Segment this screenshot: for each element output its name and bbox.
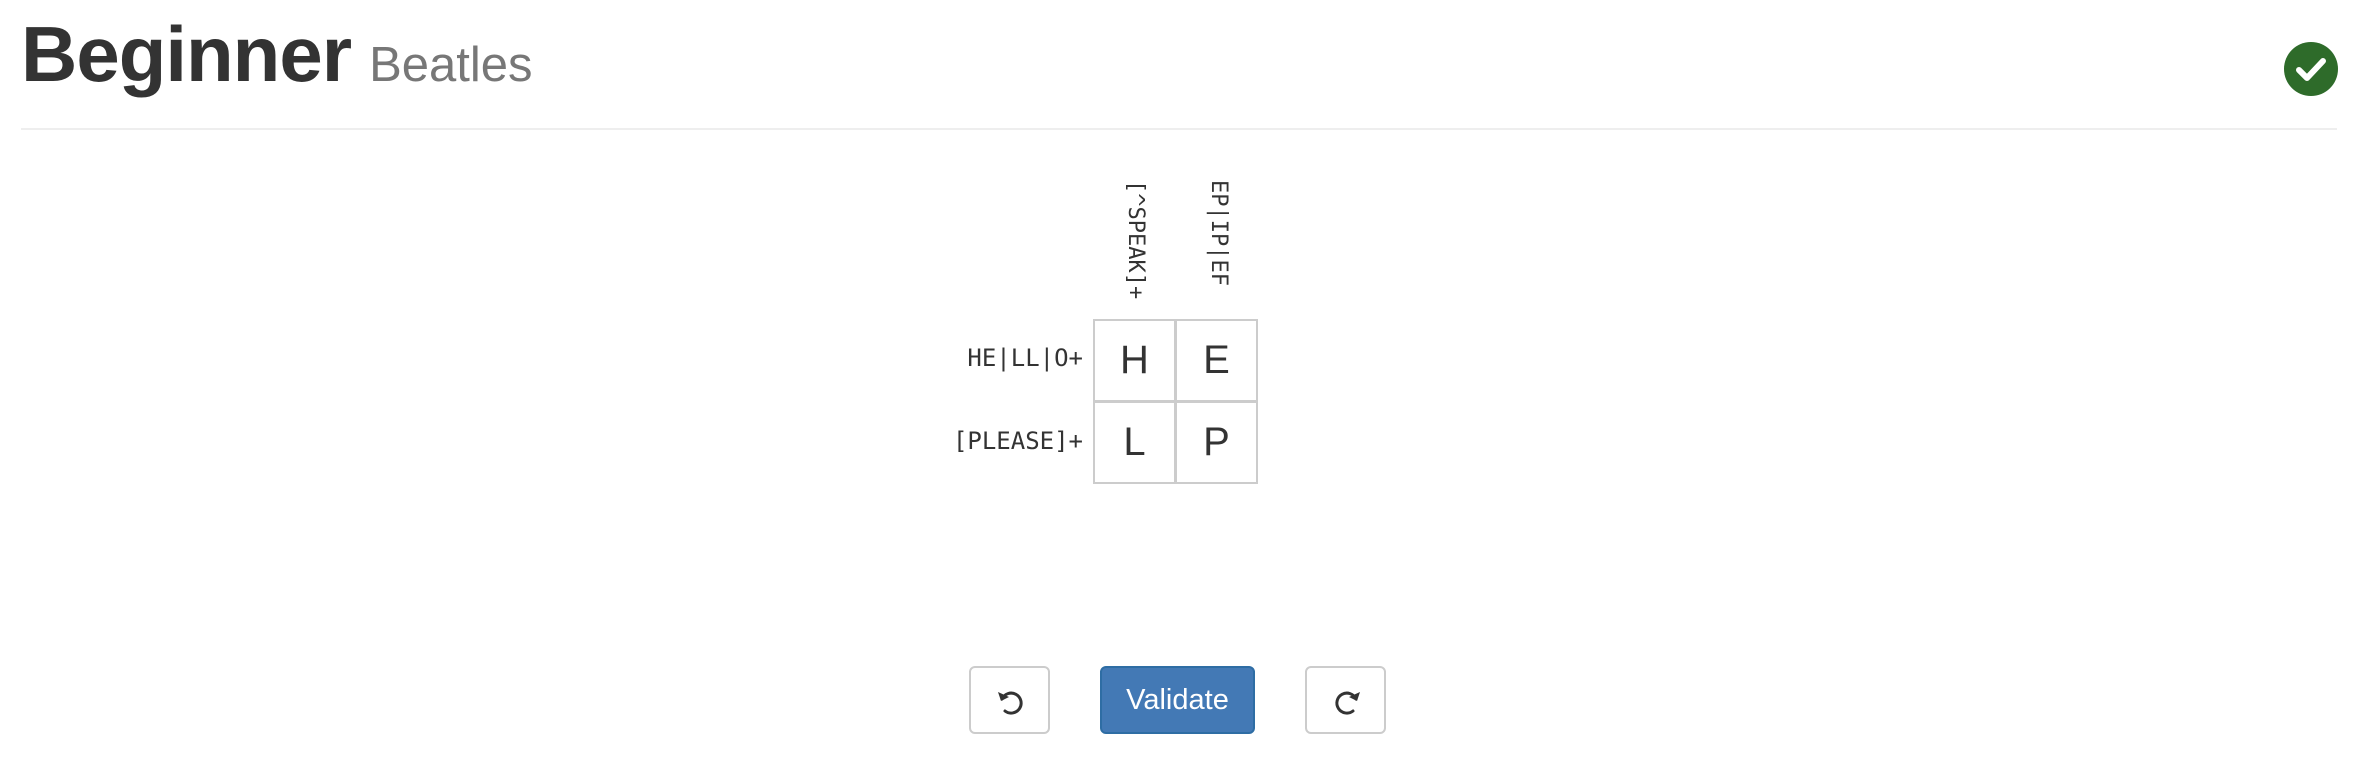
grid-cell[interactable]: L [1093, 401, 1176, 484]
grid-cell[interactable]: P [1175, 401, 1258, 484]
column-clue-text: [^SPEAK]+ [1123, 180, 1148, 300]
redo-button[interactable] [1305, 666, 1386, 734]
row-clue: [PLEASE]+ [952, 427, 1083, 455]
column-clue: [^SPEAK]+ [1093, 180, 1177, 310]
row-clue: HE|LL|O+ [967, 344, 1083, 372]
validate-button[interactable]: Validate [1100, 666, 1255, 734]
undo-button[interactable] [969, 666, 1050, 734]
page-title: Beginner Beatles [21, 6, 533, 113]
column-clue: EP|IP|EF [1176, 180, 1260, 310]
page-header: Beginner Beatles [21, 0, 2338, 130]
redo-icon [1335, 691, 1360, 715]
puzzle-grid: H E L P [1093, 319, 1260, 486]
puzzle-subtitle: Beatles [369, 38, 533, 92]
grid-cell[interactable]: H [1093, 319, 1176, 402]
grid-cell[interactable]: E [1175, 319, 1258, 402]
puzzle-controls: Validate [0, 666, 2364, 736]
column-clue-text: EP|IP|EF [1206, 180, 1231, 286]
undo-icon [998, 691, 1023, 715]
level-title: Beginner [21, 10, 352, 98]
check-circle-icon [2284, 42, 2338, 96]
